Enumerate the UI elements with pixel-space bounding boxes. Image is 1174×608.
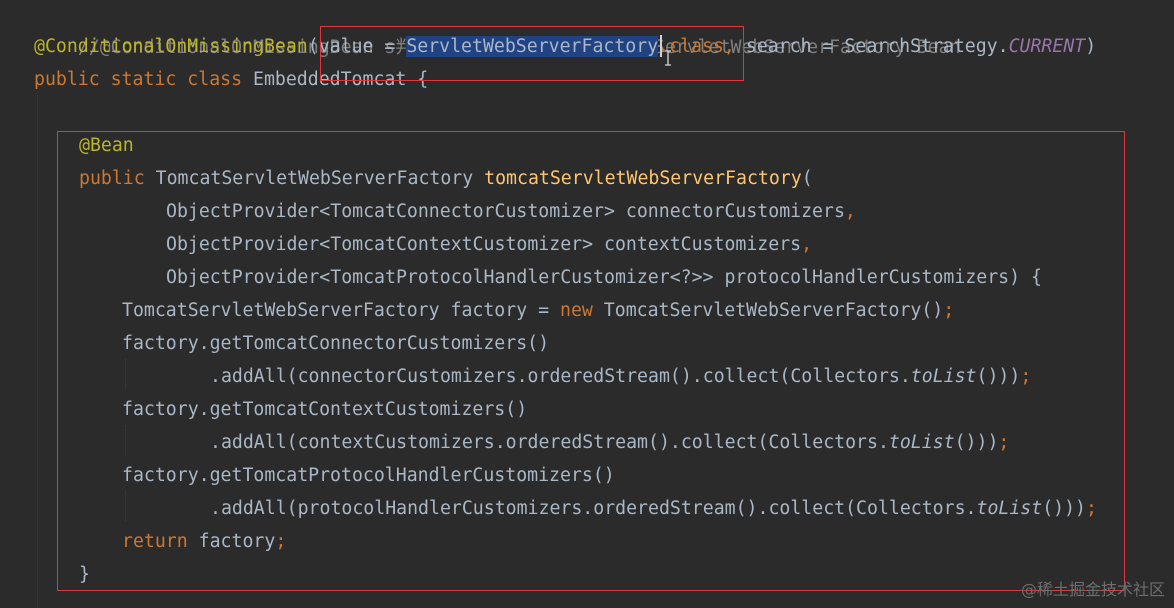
indent-guide xyxy=(37,95,38,608)
annotation-token: @ConditionalOnMissingBean xyxy=(34,36,308,57)
keyword-token: public static class xyxy=(34,69,253,90)
watermark-text: @稀土掘金技术社区 xyxy=(1020,580,1165,599)
static-field-current: CURRENT xyxy=(1008,36,1086,57)
highlight-box-annotation xyxy=(320,26,744,81)
code-editor[interactable]: //@ConditionalOnMissingBean s判断Spring容器里… xyxy=(0,0,1174,608)
paren-token: ) xyxy=(1085,36,1097,57)
search-token: search = SearchStrategy. xyxy=(745,36,1009,57)
highlight-box-bean-method xyxy=(57,131,1125,591)
paren-token: ( xyxy=(307,36,319,57)
